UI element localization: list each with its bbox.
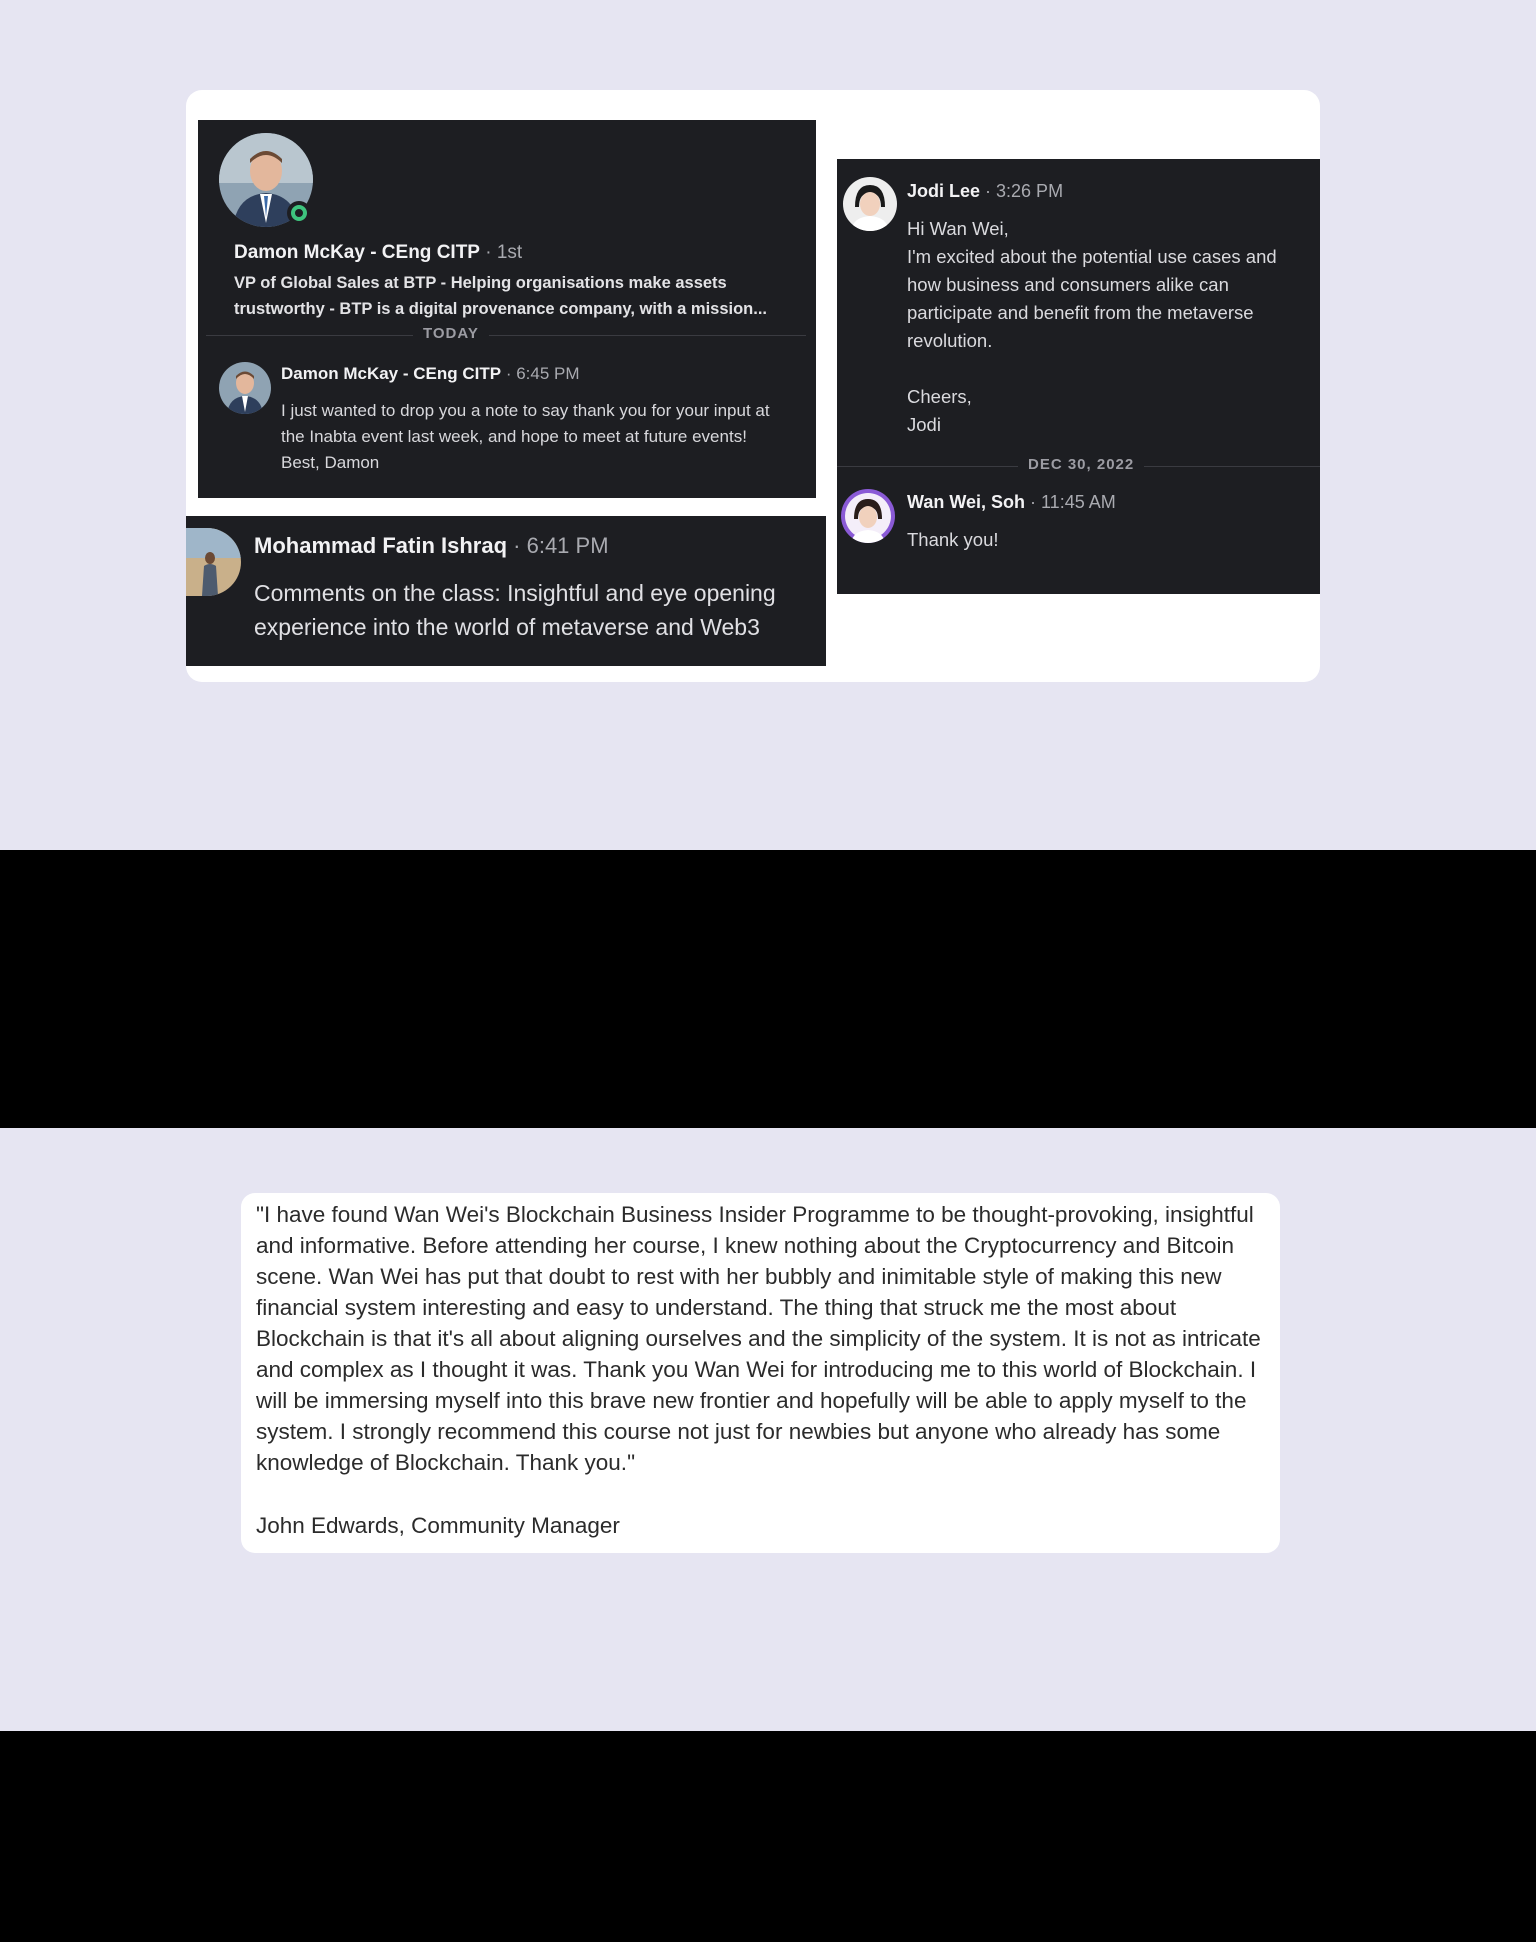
wan-wei-name[interactable]: Wan Wei, Soh (907, 492, 1025, 512)
black-band-bottom (0, 1731, 1536, 1942)
date-divider-label: DEC 30, 2022 (1018, 456, 1145, 473)
jodi-message-text: Hi Wan Wei, I'm excited about the potent… (907, 218, 1277, 435)
testimonial-quote: "I have found Wan Wei's Blockchain Busin… (256, 1202, 1261, 1475)
jodi-message-panel: Jodi Lee · 3:26 PM Hi Wan Wei, I'm excit… (837, 159, 1320, 594)
mohammad-avatar[interactable] (186, 528, 241, 596)
damon-message-header: Damon McKay - CEng CITP · 6:45 PM (281, 364, 580, 384)
testimonial-author: John Edwards, Community Manager (256, 1513, 620, 1538)
mohammad-header: Mohammad Fatin Ishraq · 6:41 PM (254, 533, 609, 559)
message-time: · 6:45 PM (501, 364, 580, 383)
damon-message-text: I just wanted to drop you a note to say … (281, 401, 770, 472)
mohammad-message-text: Comments on the class: Insightful and ey… (254, 580, 776, 640)
damon-header: Damon McKay - CEng CITP · 1st (234, 242, 522, 264)
connection-degree: · 1st (479, 242, 523, 263)
message-time: · 3:26 PM (980, 181, 1064, 201)
damon-message-avatar[interactable] (219, 362, 271, 414)
date-divider-label: TODAY (413, 325, 489, 342)
damon-name[interactable]: Damon McKay - CEng CITP (234, 242, 480, 263)
damon-headline: VP of Global Sales at BTP - Helping orga… (234, 274, 767, 318)
jodi-header: Jodi Lee · 3:26 PM (907, 181, 1063, 202)
black-band-top (0, 850, 1536, 1128)
mohammad-name[interactable]: Mohammad Fatin Ishraq (254, 533, 507, 558)
testimonial-card: "I have found Wan Wei's Blockchain Busin… (241, 1193, 1280, 1553)
damon-message-name[interactable]: Damon McKay - CEng CITP (281, 364, 501, 383)
date-divider-line (206, 335, 806, 336)
wan-wei-reply-text: Thank you! (907, 529, 999, 550)
mohammad-message-panel: Mohammad Fatin Ishraq · 6:41 PM Comments… (186, 516, 826, 666)
damon-message-panel: Damon McKay - CEng CITP · 1st VP of Glob… (198, 120, 816, 498)
jodi-avatar[interactable] (843, 177, 897, 231)
message-time: · 6:41 PM (507, 533, 609, 558)
jodi-name[interactable]: Jodi Lee (907, 181, 980, 201)
wan-wei-header: Wan Wei, Soh · 11:45 AM (907, 492, 1116, 513)
message-time: · 11:45 AM (1025, 492, 1116, 512)
wan-wei-avatar[interactable] (841, 489, 895, 543)
online-status-icon (287, 201, 311, 225)
